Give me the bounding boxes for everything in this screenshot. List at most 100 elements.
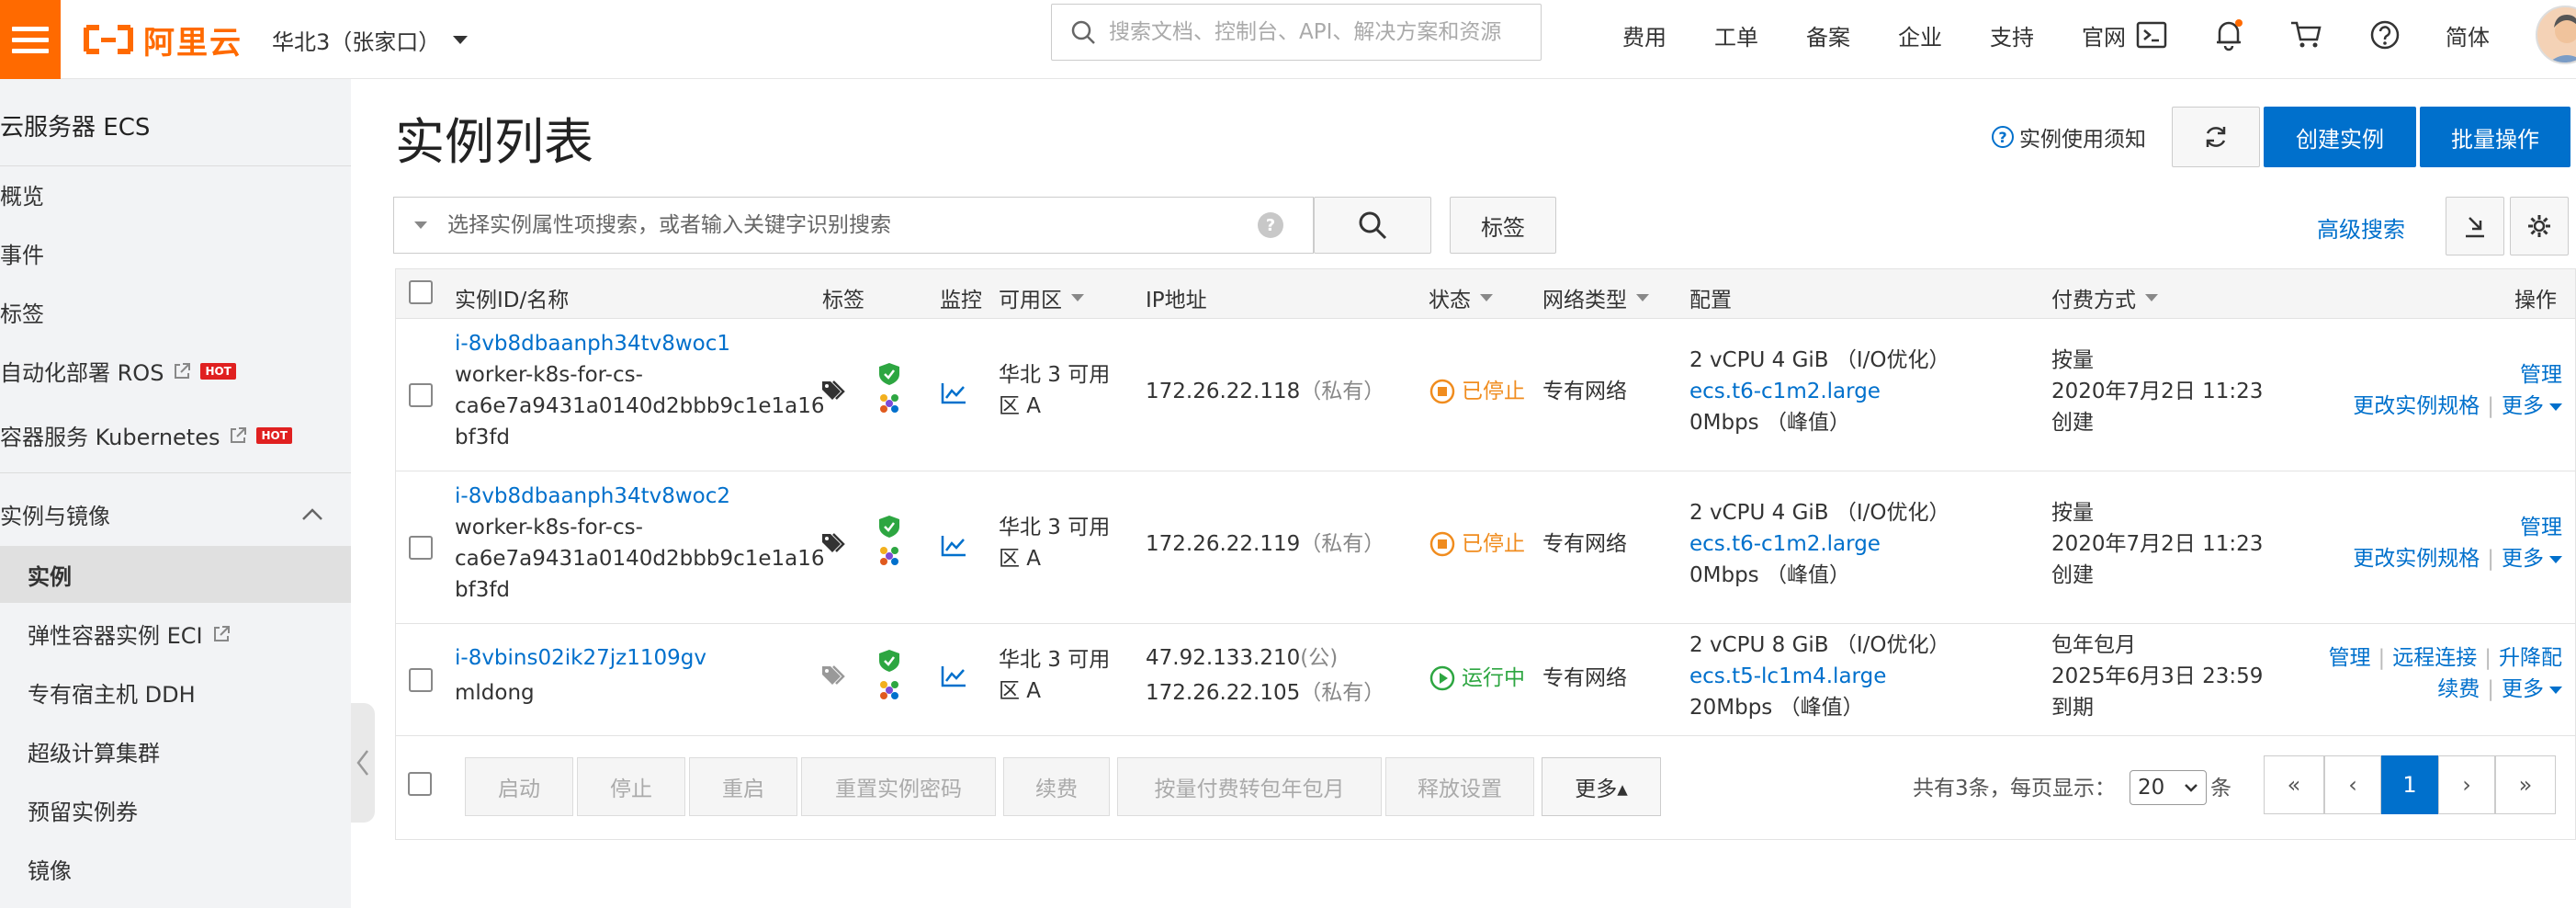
- col-network[interactable]: 网络类型: [1542, 282, 1649, 313]
- status-text: 已停止: [1462, 532, 1525, 556]
- security-icons[interactable]: [876, 361, 903, 426]
- usage-notice-link[interactable]: ? 实例使用须知: [1992, 121, 2146, 153]
- renew-button[interactable]: 续费: [1003, 757, 1110, 816]
- nav-official-site[interactable]: 官网: [2082, 0, 2126, 70]
- next-page-button[interactable]: ›: [2438, 755, 2495, 814]
- nav-filing[interactable]: 备案: [1806, 0, 1850, 70]
- network-type: 专有网络: [1542, 380, 1627, 403]
- col-status[interactable]: 状态: [1429, 282, 1493, 313]
- reset-password-button[interactable]: 重置实例密码: [801, 757, 996, 816]
- sidebar-item-overview[interactable]: 概览: [0, 178, 44, 210]
- change-spec-link[interactable]: 更改实例规格: [2353, 394, 2480, 418]
- instance-type-link[interactable]: ecs.t5-lc1m4.large: [1689, 661, 1950, 692]
- row-checkbox[interactable]: [409, 668, 433, 692]
- region-selector[interactable]: 华北3（张家口）: [272, 18, 469, 61]
- last-page-button[interactable]: »: [2495, 755, 2556, 814]
- avatar[interactable]: [2536, 6, 2576, 64]
- instance-id-link[interactable]: i-8vb8dbaanph34tv8woc1: [455, 328, 825, 359]
- convert-to-subscription-button[interactable]: 按量付费转包年包月: [1117, 757, 1382, 816]
- instance-type-link[interactable]: ecs.t6-c1m2.large: [1689, 528, 1950, 560]
- renew-link[interactable]: 续费: [2437, 677, 2480, 701]
- more-actions-link[interactable]: 更多: [2502, 394, 2562, 418]
- instance-filter-input[interactable]: [447, 213, 1237, 237]
- bell-icon[interactable]: [2210, 17, 2247, 53]
- global-search-input[interactable]: [1109, 20, 1531, 44]
- col-zone[interactable]: 可用区: [999, 282, 1084, 313]
- sidebar-item-eci[interactable]: 弹性容器实例 ECI: [28, 618, 231, 650]
- select-all-checkbox[interactable]: [409, 280, 433, 304]
- more-button[interactable]: 更多▴: [1542, 757, 1661, 816]
- terminal-icon[interactable]: [2133, 17, 2170, 53]
- manage-link[interactable]: 管理: [2329, 646, 2371, 670]
- sidebar-item-tags[interactable]: 标签: [0, 296, 44, 328]
- page-1-button[interactable]: 1: [2381, 755, 2438, 814]
- sidebar-item-scc[interactable]: 超级计算集群: [28, 735, 160, 767]
- nav-billing[interactable]: 费用: [1622, 0, 1666, 70]
- row-checkbox[interactable]: [409, 536, 433, 560]
- billing-date: 2020年7月2日 11:23: [2051, 380, 2264, 403]
- footer-select-all-checkbox[interactable]: [408, 772, 432, 796]
- change-spec-link[interactable]: 更改实例规格: [2353, 547, 2480, 571]
- monitor-chart-icon[interactable]: [940, 381, 967, 414]
- stop-button[interactable]: 停止: [577, 757, 685, 816]
- security-icons[interactable]: [876, 648, 903, 712]
- language-switch[interactable]: 简体: [2446, 0, 2490, 70]
- help-icon[interactable]: [2367, 17, 2403, 53]
- nav-support[interactable]: 支持: [1990, 0, 2034, 70]
- refresh-button[interactable]: [2172, 107, 2260, 167]
- prev-page-button[interactable]: ‹: [2324, 755, 2381, 814]
- manage-link[interactable]: 管理: [2520, 363, 2562, 387]
- instance-id-link[interactable]: i-8vbins02ik27jz1109gv: [455, 642, 706, 674]
- sidebar-collapse-handle[interactable]: [351, 703, 375, 823]
- more-actions-link[interactable]: 更多: [2502, 547, 2562, 571]
- nav-enterprise[interactable]: 企业: [1898, 0, 1942, 70]
- start-button[interactable]: 启动: [465, 757, 573, 816]
- first-page-button[interactable]: «: [2264, 755, 2324, 814]
- monitor-chart-icon[interactable]: [940, 534, 967, 567]
- sidebar-item-images[interactable]: 镜像: [28, 853, 72, 885]
- security-icons[interactable]: [876, 514, 903, 578]
- sidebar-item-instances[interactable]: 实例: [28, 559, 72, 591]
- per-page-select[interactable]: 20: [2130, 770, 2207, 805]
- instance-type-link[interactable]: ecs.t6-c1m2.large: [1689, 376, 1950, 407]
- menu-icon[interactable]: [0, 0, 61, 79]
- sidebar-item-ddh[interactable]: 专有宿主机 DDH: [28, 676, 196, 709]
- sidebar-item-reserved-instances[interactable]: 预留实例券: [28, 794, 138, 826]
- restart-button[interactable]: 重启: [689, 757, 797, 816]
- monitor-chart-icon[interactable]: [940, 664, 967, 698]
- sidebar-item-kubernetes[interactable]: 容器服务 Kubernetes HOT: [0, 419, 292, 451]
- tag-icon[interactable]: [820, 530, 850, 565]
- question-icon[interactable]: ?: [1258, 212, 1283, 238]
- advanced-search-link[interactable]: 高级搜索: [2317, 211, 2405, 244]
- release-settings-button[interactable]: 释放设置: [1385, 757, 1534, 816]
- aliyun-logo[interactable]: 阿里云: [83, 17, 243, 62]
- col-billing[interactable]: 付费方式: [2051, 282, 2158, 313]
- instance-filter[interactable]: ?: [393, 197, 1314, 254]
- cart-icon[interactable]: [2288, 17, 2324, 53]
- instance-name: worker-k8s-for-cs-: [455, 516, 643, 539]
- export-button[interactable]: [2446, 197, 2504, 255]
- tag-filter-button[interactable]: 标签: [1450, 197, 1556, 254]
- more-actions-link[interactable]: 更多: [2502, 677, 2562, 701]
- search-icon: [1071, 20, 1095, 44]
- manage-link[interactable]: 管理: [2520, 516, 2562, 539]
- sidebar-title: 云服务器 ECS: [0, 114, 151, 142]
- upgrade-downgrade-link[interactable]: 升降配: [2499, 646, 2562, 670]
- batch-operation-button[interactable]: 批量操作: [2420, 107, 2570, 167]
- row-checkbox[interactable]: [409, 383, 433, 407]
- settings-button[interactable]: [2510, 197, 2569, 255]
- tag-icon[interactable]: [820, 378, 850, 413]
- table-row: i-8vb8dbaanph34tv8woc1 worker-k8s-for-cs…: [396, 319, 2575, 471]
- nav-tickets[interactable]: 工单: [1714, 0, 1758, 70]
- filter-search-button[interactable]: [1314, 197, 1431, 254]
- sidebar-group-instances-images[interactable]: 实例与镜像: [0, 498, 351, 530]
- tag-icon[interactable]: [820, 663, 850, 698]
- sidebar-item-ros[interactable]: 自动化部署 ROS HOT: [0, 355, 236, 387]
- create-instance-button[interactable]: 创建实例: [2264, 107, 2416, 167]
- global-search[interactable]: [1051, 4, 1542, 61]
- sidebar-item-label: 事件: [0, 243, 44, 268]
- sidebar-item-events[interactable]: 事件: [0, 237, 44, 269]
- instance-id-link[interactable]: i-8vb8dbaanph34tv8woc2: [455, 481, 825, 512]
- remote-connect-link[interactable]: 远程连接: [2392, 646, 2477, 670]
- zone-text: 华北 3 可用: [999, 516, 1111, 539]
